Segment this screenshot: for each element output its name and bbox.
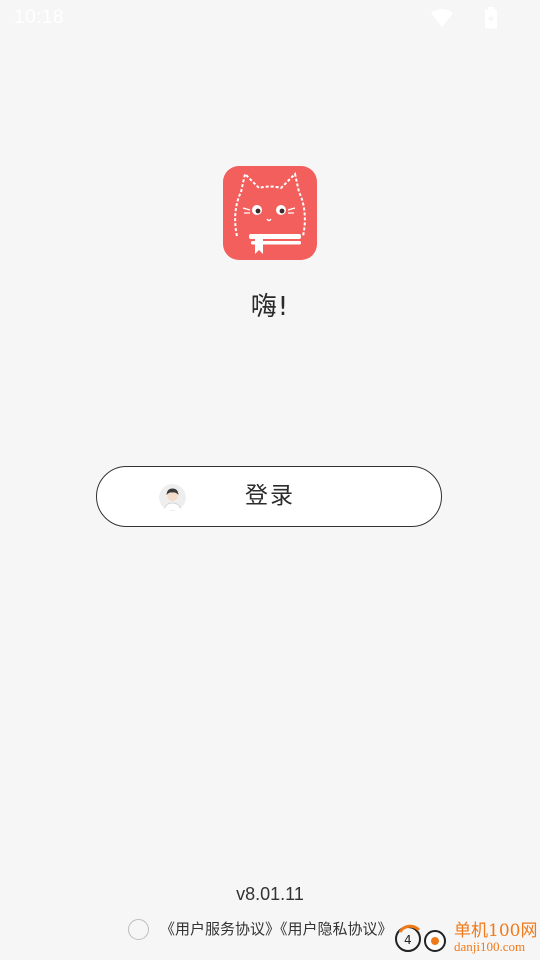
watermark-title: 单机100网 xyxy=(454,921,538,941)
status-time: 10:18 xyxy=(14,7,65,28)
cat-book-logo-icon xyxy=(234,172,306,254)
battery-icon xyxy=(485,7,497,29)
terms-of-service-link[interactable]: 《用户服务协议》 xyxy=(160,920,280,938)
watermark: 4 单机100网 danji100.com xyxy=(392,914,540,960)
agreement-links: 《用户服务协议》《用户隐私协议》 xyxy=(160,918,393,939)
watermark-url: danji100.com xyxy=(454,939,526,954)
watermark-logo-icon: 4 xyxy=(395,924,446,952)
version-text: v8.01.11 xyxy=(236,884,304,904)
agreement-checkbox[interactable] xyxy=(128,919,149,940)
wifi-icon xyxy=(431,9,453,27)
app-logo xyxy=(223,166,317,260)
login-button[interactable]: 登录 xyxy=(96,466,442,527)
greeting-text: 嗨! xyxy=(250,292,290,322)
svg-text:4: 4 xyxy=(404,933,412,947)
login-label: 登录 xyxy=(245,483,295,509)
status-bar: 10:18 xyxy=(0,0,540,36)
privacy-policy-link[interactable]: 《用户隐私协议》 xyxy=(280,920,393,938)
